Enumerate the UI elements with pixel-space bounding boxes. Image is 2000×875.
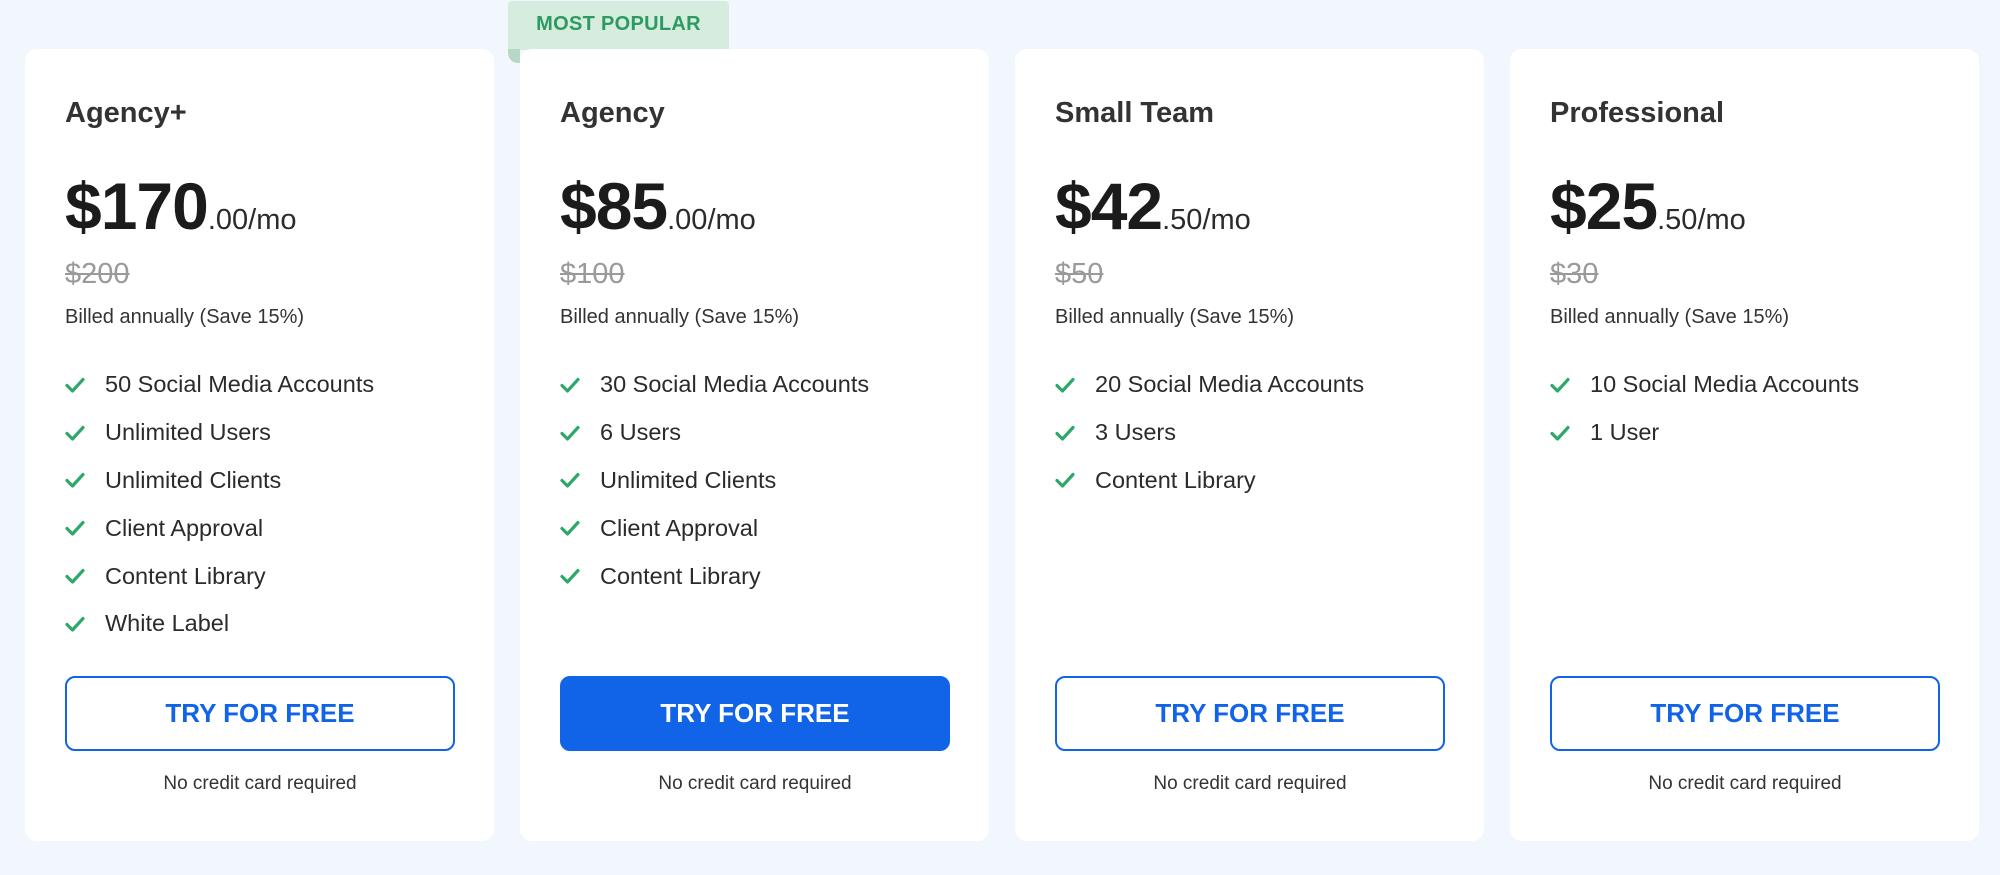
feature-list: 50 Social Media Accounts Unlimited Users…	[65, 361, 374, 648]
billing-note: Billed annually (Save 15%)	[560, 306, 800, 328]
feature-item: White Label	[65, 600, 374, 648]
check-icon	[1055, 473, 1075, 489]
price: $25.50/mo	[1550, 173, 1746, 239]
no-credit-card-note: No credit card required	[1648, 773, 1842, 794]
try-for-free-button[interactable]: TRY FOR FREE	[1550, 676, 1940, 751]
plan-card-professional: Professional $25.50/mo $30 Billed annual…	[1510, 49, 1979, 841]
feature-label: 1 User	[1590, 419, 1660, 446]
billing-note: Billed annually (Save 15%)	[1550, 306, 1790, 328]
price: $85.00/mo	[560, 173, 756, 239]
feature-list: 20 Social Media Accounts 3 Users Content…	[1055, 361, 1364, 504]
check-icon	[65, 473, 85, 489]
check-icon	[65, 377, 85, 393]
plan-name: Professional	[1550, 97, 1725, 129]
price-suffix: .50/mo	[1162, 204, 1251, 236]
plan-card-agency: Agency $85.00/mo $100 Billed annually (S…	[520, 49, 989, 841]
check-icon	[560, 377, 580, 393]
check-icon	[65, 425, 85, 441]
price-amount: $170	[65, 169, 209, 243]
feature-label: 20 Social Media Accounts	[1095, 371, 1365, 398]
check-icon	[560, 521, 580, 536]
price: $170.00/mo	[65, 173, 297, 239]
original-price: $50	[1055, 258, 1104, 290]
feature-label: 10 Social Media Accounts	[1590, 371, 1860, 398]
most-popular-badge: MOST POPULAR	[508, 1, 729, 50]
try-for-free-button[interactable]: TRY FOR FREE	[1055, 676, 1445, 751]
check-icon	[1550, 425, 1570, 441]
check-icon	[560, 425, 580, 441]
plan-name: Agency	[560, 97, 665, 129]
price-amount: $85	[560, 169, 668, 243]
feature-item: 1 User	[1550, 409, 1859, 457]
feature-item: Content Library	[560, 552, 869, 600]
feature-label: Unlimited Users	[105, 419, 271, 446]
feature-label: Content Library	[600, 562, 761, 589]
plan-card-agency-plus: Agency+ $170.00/mo $200 Billed annually …	[25, 49, 494, 841]
feature-label: White Label	[105, 610, 230, 637]
feature-item: 10 Social Media Accounts	[1550, 361, 1859, 409]
feature-item: Client Approval	[560, 504, 869, 552]
try-for-free-button[interactable]: TRY FOR FREE	[65, 676, 455, 751]
feature-item: 6 Users	[560, 409, 869, 457]
feature-label: 3 Users	[1095, 419, 1176, 446]
check-icon	[65, 568, 85, 584]
check-icon	[560, 473, 580, 489]
billing-note: Billed annually (Save 15%)	[1055, 306, 1295, 328]
check-icon	[560, 568, 580, 584]
try-for-free-button[interactable]: TRY FOR FREE	[560, 676, 950, 751]
feature-label: Unlimited Clients	[600, 466, 777, 493]
plan-card-small-team: Small Team $42.50/mo $50 Billed annually…	[1015, 49, 1484, 841]
feature-item: Content Library	[65, 552, 374, 600]
feature-list: 10 Social Media Accounts 1 User	[1550, 361, 1859, 457]
plan-name: Small Team	[1055, 97, 1215, 129]
feature-label: Client Approval	[600, 514, 759, 541]
feature-item: Client Approval	[65, 504, 374, 552]
feature-list: 30 Social Media Accounts 6 Users Unlimit…	[560, 361, 869, 600]
original-price: $30	[1550, 258, 1599, 290]
feature-item: 50 Social Media Accounts	[65, 361, 374, 409]
price-suffix: .00/mo	[667, 204, 756, 236]
feature-label: Content Library	[105, 562, 266, 589]
feature-item: Unlimited Clients	[65, 457, 374, 505]
check-icon	[1055, 377, 1075, 393]
no-credit-card-note: No credit card required	[163, 773, 357, 794]
feature-label: Content Library	[1095, 466, 1256, 493]
check-icon	[65, 616, 85, 632]
price-amount: $42	[1055, 169, 1163, 243]
feature-item: Content Library	[1055, 457, 1364, 505]
price-suffix: .00/mo	[207, 204, 297, 236]
check-icon	[65, 521, 85, 536]
feature-item: 3 Users	[1055, 409, 1364, 457]
feature-label: 6 Users	[600, 419, 681, 446]
price-suffix: .50/mo	[1657, 204, 1746, 236]
no-credit-card-note: No credit card required	[1153, 773, 1347, 794]
feature-label: 50 Social Media Accounts	[105, 371, 375, 398]
original-price: $100	[560, 258, 625, 290]
price: $42.50/mo	[1055, 173, 1251, 239]
check-icon	[1550, 377, 1570, 393]
feature-item: 30 Social Media Accounts	[560, 361, 869, 409]
original-price: $200	[65, 258, 130, 290]
billing-note: Billed annually (Save 15%)	[65, 306, 305, 328]
feature-item: Unlimited Clients	[560, 457, 869, 505]
feature-label: Unlimited Clients	[105, 466, 282, 493]
feature-label: Client Approval	[105, 514, 264, 541]
feature-item: Unlimited Users	[65, 409, 374, 457]
feature-item: 20 Social Media Accounts	[1055, 361, 1364, 409]
no-credit-card-note: No credit card required	[658, 773, 852, 794]
check-icon	[1055, 425, 1075, 441]
price-amount: $25	[1550, 169, 1658, 243]
feature-label: 30 Social Media Accounts	[600, 371, 870, 398]
badge-fold	[508, 49, 520, 63]
plan-name: Agency+	[65, 97, 187, 129]
